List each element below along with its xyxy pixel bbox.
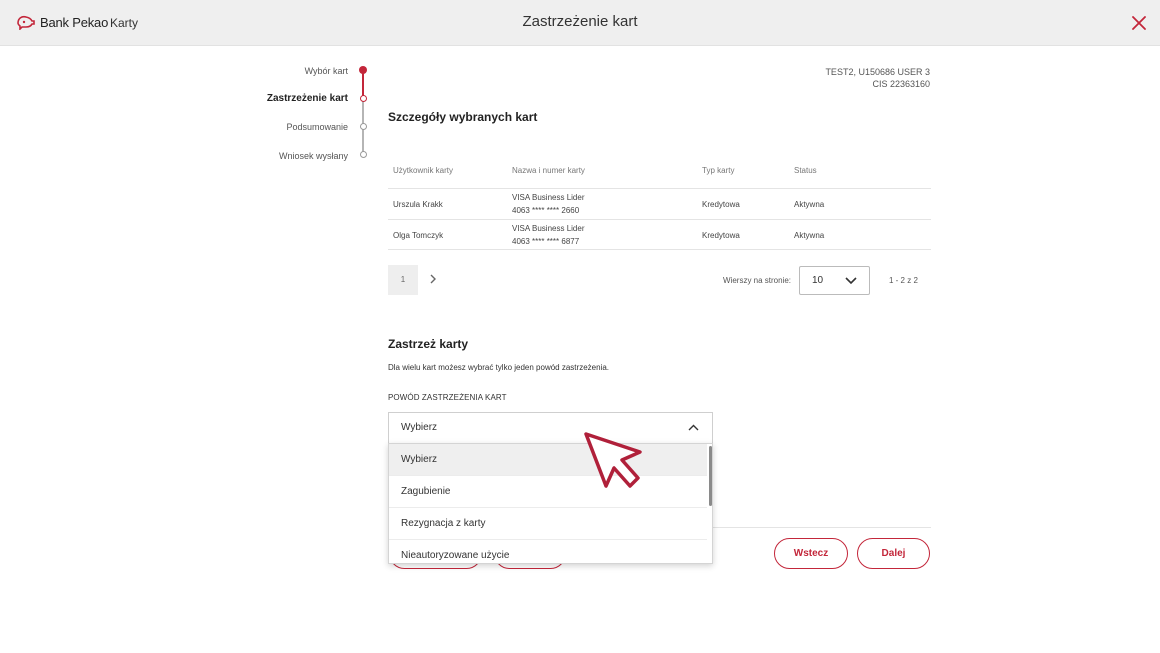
card-type: Kredytowa xyxy=(702,231,740,240)
card-status: Aktywna xyxy=(794,231,825,240)
card-name: VISA Business Lider xyxy=(512,193,585,202)
user-name: TEST2, U150686 USER 3 xyxy=(825,67,930,77)
page-1-button[interactable]: 1 xyxy=(388,265,418,295)
step-todo-dot xyxy=(360,123,367,130)
table-row: Urszula Krakk VISA Business Lider 4063 *… xyxy=(388,188,931,219)
step-todo-dot xyxy=(360,151,367,158)
option-wybierz[interactable]: Wybierz xyxy=(389,444,707,476)
stepper-line-done xyxy=(362,70,364,98)
chevron-right-icon[interactable] xyxy=(426,272,440,286)
rows-per-page-value: 10 xyxy=(812,275,824,286)
card-number: 4063 **** **** 6877 xyxy=(512,237,580,246)
section-title-details: Szczegóły wybranych kart xyxy=(388,110,538,124)
next-button[interactable]: Dalej xyxy=(857,538,930,569)
column-header: Użytkownik karty xyxy=(393,166,454,175)
card-user: Urszula Krakk xyxy=(393,200,443,209)
progress-stepper: Wybór kart Zastrzeżenie kart Podsumowani… xyxy=(240,60,380,170)
options-scrollbar[interactable] xyxy=(707,444,712,563)
page-title: Zastrzeżenie kart xyxy=(522,13,638,30)
user-cis: CIS 22363160 xyxy=(872,79,930,89)
column-header: Status xyxy=(794,166,817,175)
option-rezygnacja[interactable]: Rezygnacja z karty xyxy=(389,508,707,540)
rows-per-page-label: Wierszy na stronie: xyxy=(723,276,792,285)
scrollbar-thumb[interactable] xyxy=(709,446,712,506)
step-wybor-kart: Wybór kart xyxy=(304,66,348,76)
reason-select-value: Wybierz xyxy=(401,422,438,433)
table-row: Olga Tomczyk VISA Business Lider 4063 **… xyxy=(388,219,931,250)
step-wniosek-wyslany: Wniosek wysłany xyxy=(278,151,348,161)
top-bar: Bank Pekao Karty Zastrzeżenie kart xyxy=(0,0,1160,46)
option-nieautoryzowane[interactable]: Nieautoryzowane użycie xyxy=(389,540,707,563)
step-active-dot xyxy=(360,95,367,102)
card-status: Aktywna xyxy=(794,200,825,209)
rows-per-page-select[interactable]: 10 xyxy=(799,266,870,295)
step-zastrzezenie-kart: Zastrzeżenie kart xyxy=(266,93,348,104)
user-info: TEST2, U150686 USER 3 CIS 22363160 xyxy=(825,66,930,90)
step-podsumowanie: Podsumowanie xyxy=(286,122,348,132)
card-user: Olga Tomczyk xyxy=(393,231,444,240)
reason-select[interactable]: Wybierz xyxy=(388,412,713,443)
card-name: VISA Business Lider xyxy=(512,224,585,233)
option-zagubienie[interactable]: Zagubienie xyxy=(389,476,707,508)
close-icon[interactable] xyxy=(1130,14,1148,32)
rows-range: 1 - 2 z 2 xyxy=(889,276,918,285)
block-description: Dla wielu kart możesz wybrać tylko jeden… xyxy=(388,363,609,372)
section-title-block: Zastrzeż karty xyxy=(388,337,469,351)
reason-field-label: POWÓD ZASTRZEŻENIA KART xyxy=(388,393,507,402)
chevron-down-icon xyxy=(845,277,857,285)
card-number: 4063 **** **** 2660 xyxy=(512,206,580,215)
column-header: Nazwa i numer karty xyxy=(512,166,585,175)
reason-options-list: Wybierz Zagubienie Rezygnacja z karty Ni… xyxy=(388,443,713,564)
chevron-up-icon xyxy=(688,424,699,431)
step-done-dot xyxy=(359,66,367,74)
card-type: Kredytowa xyxy=(702,200,740,209)
column-header: Typ karty xyxy=(702,166,735,175)
back-button[interactable]: Wstecz xyxy=(774,538,848,569)
pointer-cursor-icon xyxy=(584,432,642,488)
